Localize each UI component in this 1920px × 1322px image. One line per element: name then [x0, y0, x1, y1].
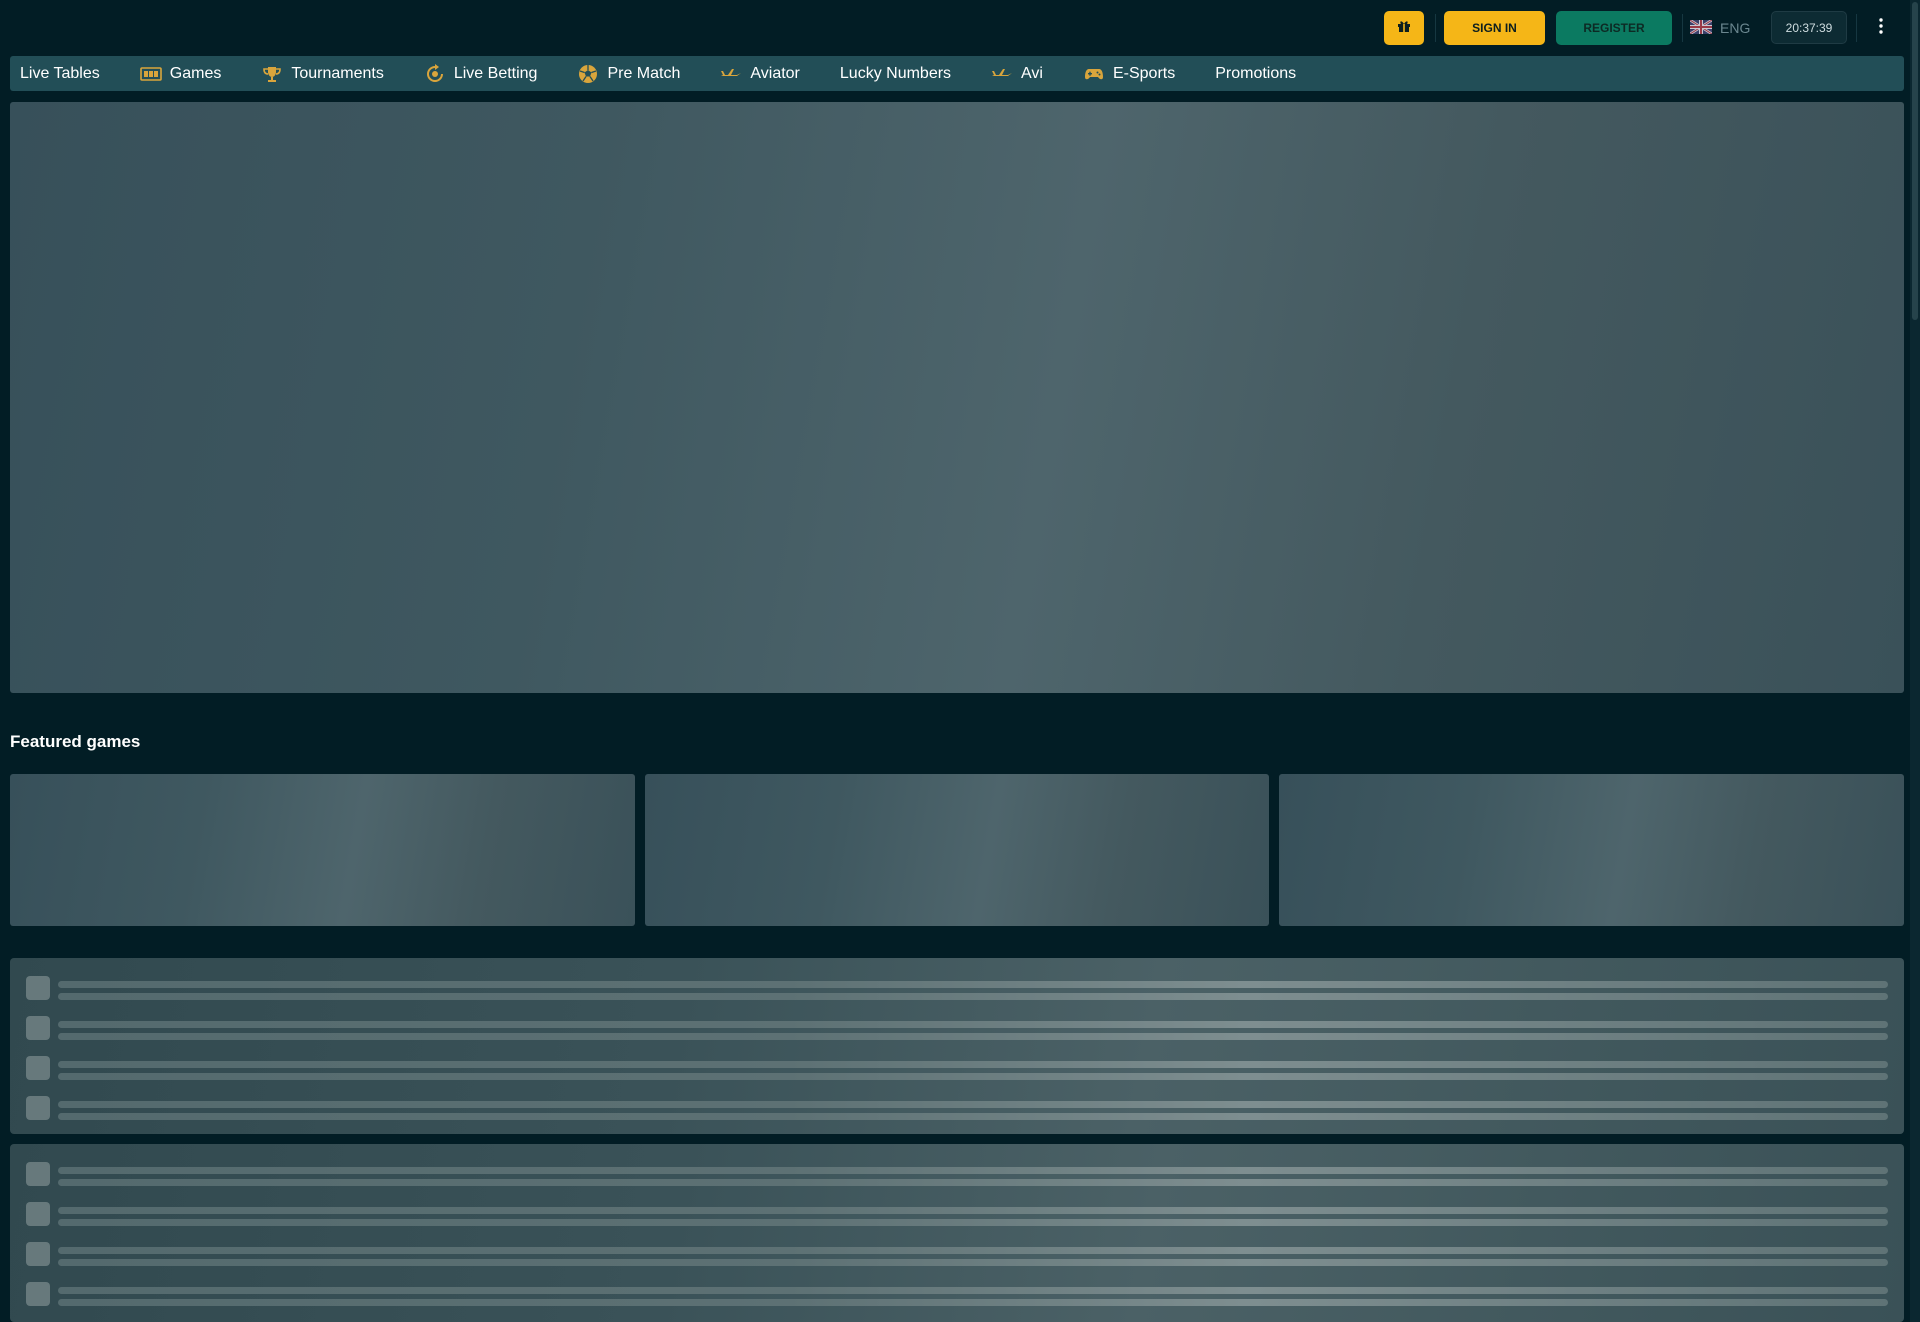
text-line-placeholder — [58, 1179, 1888, 1186]
language-label: ENG — [1720, 20, 1751, 36]
hero-banner-placeholder[interactable] — [10, 102, 1904, 693]
scrollbar-thumb[interactable] — [1912, 2, 1918, 320]
list-item-placeholder — [26, 1052, 1888, 1082]
thumbnail-placeholder — [26, 1242, 50, 1266]
text-line-placeholder — [58, 1021, 1888, 1028]
game-list-placeholder — [10, 1144, 1904, 1322]
thumbnail-placeholder — [26, 976, 50, 1000]
top-header: SIGN IN REGISTER ENG 20:37:39 — [0, 0, 1905, 56]
text-line-placeholder — [58, 1033, 1888, 1040]
nav-item-label: Lucky Numbers — [839, 64, 952, 82]
kebab-menu-icon — [1879, 17, 1883, 39]
list-item-placeholder — [26, 1012, 1888, 1042]
nav-item-label: Live Tables — [20, 64, 100, 82]
thumbnail-placeholder — [26, 1202, 50, 1226]
clock: 20:37:39 — [1771, 11, 1847, 44]
gift-button[interactable] — [1384, 11, 1424, 45]
text-line-placeholder — [58, 981, 1888, 988]
featured-games-title: Featured games — [10, 732, 141, 751]
thumbnail-placeholder — [26, 1096, 50, 1120]
gamepad-icon — [1083, 65, 1105, 83]
text-line-placeholder — [58, 1207, 1888, 1214]
sign-in-button[interactable]: SIGN IN — [1444, 11, 1545, 45]
nav-item-e-sports[interactable]: E-Sports — [1063, 56, 1195, 91]
nav-item-label: Aviator — [750, 64, 800, 82]
text-line-placeholder — [58, 1073, 1888, 1080]
nav-item-label: Games — [169, 64, 222, 82]
nav-item-label: Pre Match — [607, 64, 681, 82]
register-button[interactable]: REGISTER — [1556, 11, 1672, 45]
gift-icon — [1397, 19, 1411, 38]
airplane-icon — [720, 65, 742, 83]
text-line-placeholder — [58, 1061, 1888, 1068]
nav-item-label: E-Sports — [1112, 64, 1176, 82]
featured-game-card-placeholder[interactable] — [645, 774, 1269, 926]
header-divider — [1856, 14, 1857, 42]
list-item-placeholder — [26, 1238, 1888, 1268]
nav-item-tournaments[interactable]: Tournaments — [241, 56, 404, 91]
featured-game-card-placeholder[interactable] — [10, 774, 635, 926]
header-divider — [1682, 14, 1683, 42]
list-item-placeholder — [26, 1092, 1888, 1122]
text-line-placeholder — [58, 993, 1888, 1000]
thumbnail-placeholder — [26, 1016, 50, 1040]
slot-machine-icon — [139, 65, 162, 83]
nav-item-label: Live Betting — [453, 64, 538, 82]
more-menu-button[interactable] — [1864, 11, 1898, 45]
airplane-icon — [991, 65, 1013, 83]
text-line-placeholder — [58, 1299, 1888, 1306]
nav-item-games[interactable]: Games — [120, 56, 242, 91]
nav-item-live-betting[interactable]: Live Betting — [404, 56, 558, 91]
text-line-placeholder — [58, 1101, 1888, 1108]
text-line-placeholder — [58, 1247, 1888, 1254]
list-item-placeholder — [26, 1198, 1888, 1228]
text-line-placeholder — [58, 1219, 1888, 1226]
list-item-placeholder — [26, 1158, 1888, 1188]
language-selector[interactable]: ENG — [1689, 11, 1760, 45]
nav-item-pre-match[interactable]: Pre Match — [557, 56, 700, 91]
nav-item-lucky-numbers[interactable]: Lucky Numbers — [820, 56, 971, 91]
main-nav: Live Tables Games Tournaments Live Betti… — [10, 56, 1904, 91]
live-icon — [424, 63, 446, 83]
thumbnail-placeholder — [26, 1056, 50, 1080]
trophy-icon — [261, 65, 283, 83]
nav-item-avi[interactable]: Avi — [971, 56, 1063, 91]
list-item-placeholder — [26, 972, 1888, 1002]
thumbnail-placeholder — [26, 1282, 50, 1306]
soccer-ball-icon — [577, 64, 599, 83]
thumbnail-placeholder — [26, 1162, 50, 1186]
game-list-placeholder — [10, 958, 1904, 1134]
nav-item-promotions[interactable]: Promotions — [1195, 56, 1316, 91]
uk-flag-icon — [1689, 18, 1713, 37]
header-divider — [1435, 14, 1436, 42]
nav-item-aviator[interactable]: Aviator — [700, 56, 820, 91]
text-line-placeholder — [58, 1259, 1888, 1266]
nav-item-label: Promotions — [1215, 64, 1297, 82]
text-line-placeholder — [58, 1167, 1888, 1174]
featured-game-card-placeholder[interactable] — [1279, 774, 1904, 926]
text-line-placeholder — [58, 1113, 1888, 1120]
text-line-placeholder — [58, 1287, 1888, 1294]
nav-item-live-tables[interactable]: Live Tables — [10, 56, 120, 91]
list-item-placeholder — [26, 1278, 1888, 1308]
nav-item-label: Avi — [1021, 64, 1043, 82]
nav-item-label: Tournaments — [291, 64, 384, 82]
